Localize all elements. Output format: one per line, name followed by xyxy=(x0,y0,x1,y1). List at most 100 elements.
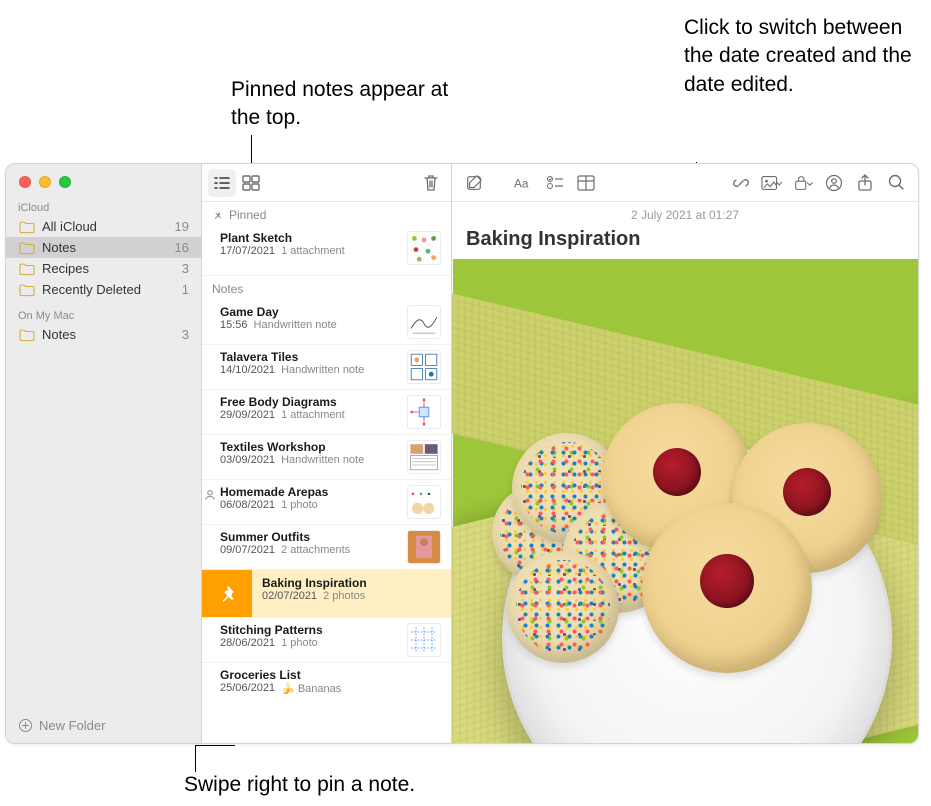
zoom-window-button[interactable] xyxy=(59,176,71,188)
note-snippet: Handwritten note xyxy=(254,319,337,331)
checklist-icon xyxy=(546,175,564,191)
note-snippet: 1 attachment xyxy=(281,245,345,257)
gallery-view-icon xyxy=(242,175,260,191)
note-date: 28/06/2021 xyxy=(220,637,275,649)
note-content-pane: Aa 2 July 2021 at 01:27 Baking Inspirati… xyxy=(452,164,918,743)
pin-icon xyxy=(212,210,223,221)
checklist-button[interactable] xyxy=(541,169,569,197)
sidebar-item-recently-deleted[interactable]: Recently Deleted 1 xyxy=(6,279,201,300)
note-image[interactable] xyxy=(452,259,918,743)
note-date: 03/09/2021 xyxy=(220,454,275,466)
callout-date-switch: Click to switch between the date created… xyxy=(684,14,924,99)
note-thumbnail: ●●● xyxy=(407,485,441,519)
pinned-section-header: Pinned xyxy=(202,202,451,226)
note-thumbnail xyxy=(407,623,441,657)
sidebar-item-label: All iCloud xyxy=(42,219,97,234)
share-button[interactable] xyxy=(851,169,879,197)
link-note-button[interactable] xyxy=(727,169,755,197)
callout-swipe: Swipe right to pin a note. xyxy=(184,771,415,799)
note-snippet: 2 attachments xyxy=(281,544,350,556)
note-row[interactable]: Talavera Tiles 14/10/2021Handwritten not… xyxy=(202,345,451,390)
sidebar-item-label: Notes xyxy=(42,240,76,255)
note-row[interactable]: Homemade Arepas 06/08/20211 photo ●●● xyxy=(202,480,451,525)
new-folder-label: New Folder xyxy=(39,718,105,733)
search-icon xyxy=(888,174,905,191)
window-controls xyxy=(6,164,201,198)
note-title: Textiles Workshop xyxy=(220,440,401,454)
note-snippet: Handwritten note xyxy=(281,454,364,466)
new-folder-button[interactable]: New Folder xyxy=(6,708,201,743)
note-date: 06/08/2021 xyxy=(220,499,275,511)
svg-text:●: ● xyxy=(427,492,430,498)
note-row[interactable]: Stitching Patterns 28/06/2021 1 photo xyxy=(202,618,451,663)
sidebar-section-on-my-mac: On My Mac xyxy=(6,306,201,324)
new-note-button[interactable] xyxy=(460,169,488,197)
media-button[interactable] xyxy=(758,169,786,197)
list-view-button[interactable] xyxy=(208,169,236,197)
note-row[interactable]: Textiles Workshop 03/09/2021 Handwritten … xyxy=(202,435,451,480)
note-date: 25/06/2021 xyxy=(220,682,275,695)
folder-icon xyxy=(18,283,36,297)
list-toolbar xyxy=(202,164,451,202)
sidebar-item-label: Recipes xyxy=(42,261,89,276)
shared-icon xyxy=(204,489,216,501)
note-thumbnail xyxy=(407,395,441,429)
note-date: 29/09/2021 xyxy=(220,409,275,421)
note-snippet: 1 photo xyxy=(281,499,318,511)
note-title: Game Day xyxy=(220,305,401,319)
sidebar-item-count: 1 xyxy=(182,282,189,297)
delete-note-button[interactable] xyxy=(417,169,445,197)
link-icon xyxy=(732,174,750,192)
sidebar-item-all-icloud[interactable]: All iCloud 19 xyxy=(6,216,201,237)
note-row-pinned[interactable]: Plant Sketch 17/07/20211 attachment xyxy=(202,226,451,276)
callout-swipe-line xyxy=(195,745,196,772)
folder-icon xyxy=(18,220,36,234)
note-snippet: 1 photo xyxy=(281,637,318,649)
media-icon xyxy=(761,175,783,191)
plus-circle-icon xyxy=(18,718,33,733)
sidebar: iCloud All iCloud 19 Notes 16 Recipes 3 … xyxy=(6,164,202,743)
search-button[interactable] xyxy=(882,169,910,197)
note-title: Stitching Patterns xyxy=(220,623,401,637)
share-icon xyxy=(857,174,873,192)
lock-icon xyxy=(793,174,813,192)
collaborate-button[interactable] xyxy=(820,169,848,197)
note-title: Baking Inspiration xyxy=(262,576,441,590)
note-date: 09/07/2021 xyxy=(220,544,275,556)
sidebar-item-label: Recently Deleted xyxy=(42,282,141,297)
close-window-button[interactable] xyxy=(19,176,31,188)
sidebar-item-count: 3 xyxy=(182,327,189,342)
sidebar-section-icloud: iCloud xyxy=(6,198,201,216)
note-row[interactable]: Free Body Diagrams 29/09/20211 attachmen… xyxy=(202,390,451,435)
sidebar-item-local-notes[interactable]: Notes 3 xyxy=(6,324,201,345)
note-row[interactable]: Game Day 15:56Handwritten note xyxy=(202,300,451,345)
svg-text:●: ● xyxy=(419,492,422,498)
table-button[interactable] xyxy=(572,169,600,197)
notes-list-column: Pinned Plant Sketch 17/07/20211 attachme… xyxy=(202,164,452,743)
note-date-line[interactable]: 2 July 2021 at 01:27 xyxy=(452,202,918,224)
callout-swipe-hline xyxy=(195,745,235,746)
note-thumbnail xyxy=(407,350,441,384)
folder-icon xyxy=(18,262,36,276)
sidebar-item-notes[interactable]: Notes 16 xyxy=(6,237,201,258)
callout-pinned: Pinned notes appear at the top. xyxy=(231,76,461,133)
lock-button[interactable] xyxy=(789,169,817,197)
pin-action-button[interactable] xyxy=(202,570,252,617)
note-snippet: 🍌 Bananas xyxy=(281,682,341,695)
note-thumbnail xyxy=(407,530,441,564)
sidebar-item-count: 16 xyxy=(175,240,189,255)
content-toolbar: Aa xyxy=(452,164,918,202)
note-row[interactable]: Groceries List 25/06/2021🍌 Bananas xyxy=(202,663,451,700)
note-title: Plant Sketch xyxy=(220,231,401,245)
note-title: Summer Outfits xyxy=(220,530,401,544)
sidebar-item-count: 3 xyxy=(182,261,189,276)
note-title-heading[interactable]: Baking Inspiration xyxy=(452,224,918,259)
note-snippet: 2 photos xyxy=(323,590,365,602)
sidebar-item-recipes[interactable]: Recipes 3 xyxy=(6,258,201,279)
gallery-view-button[interactable] xyxy=(237,169,265,197)
note-date: 02/07/2021 xyxy=(262,590,317,602)
minimize-window-button[interactable] xyxy=(39,176,51,188)
format-button[interactable]: Aa xyxy=(510,169,538,197)
note-row-swiped[interactable]: Baking Inspiration 02/07/2021 2 photos xyxy=(202,570,451,618)
note-row[interactable]: Summer Outfits 09/07/2021 2 attachments xyxy=(202,525,451,570)
